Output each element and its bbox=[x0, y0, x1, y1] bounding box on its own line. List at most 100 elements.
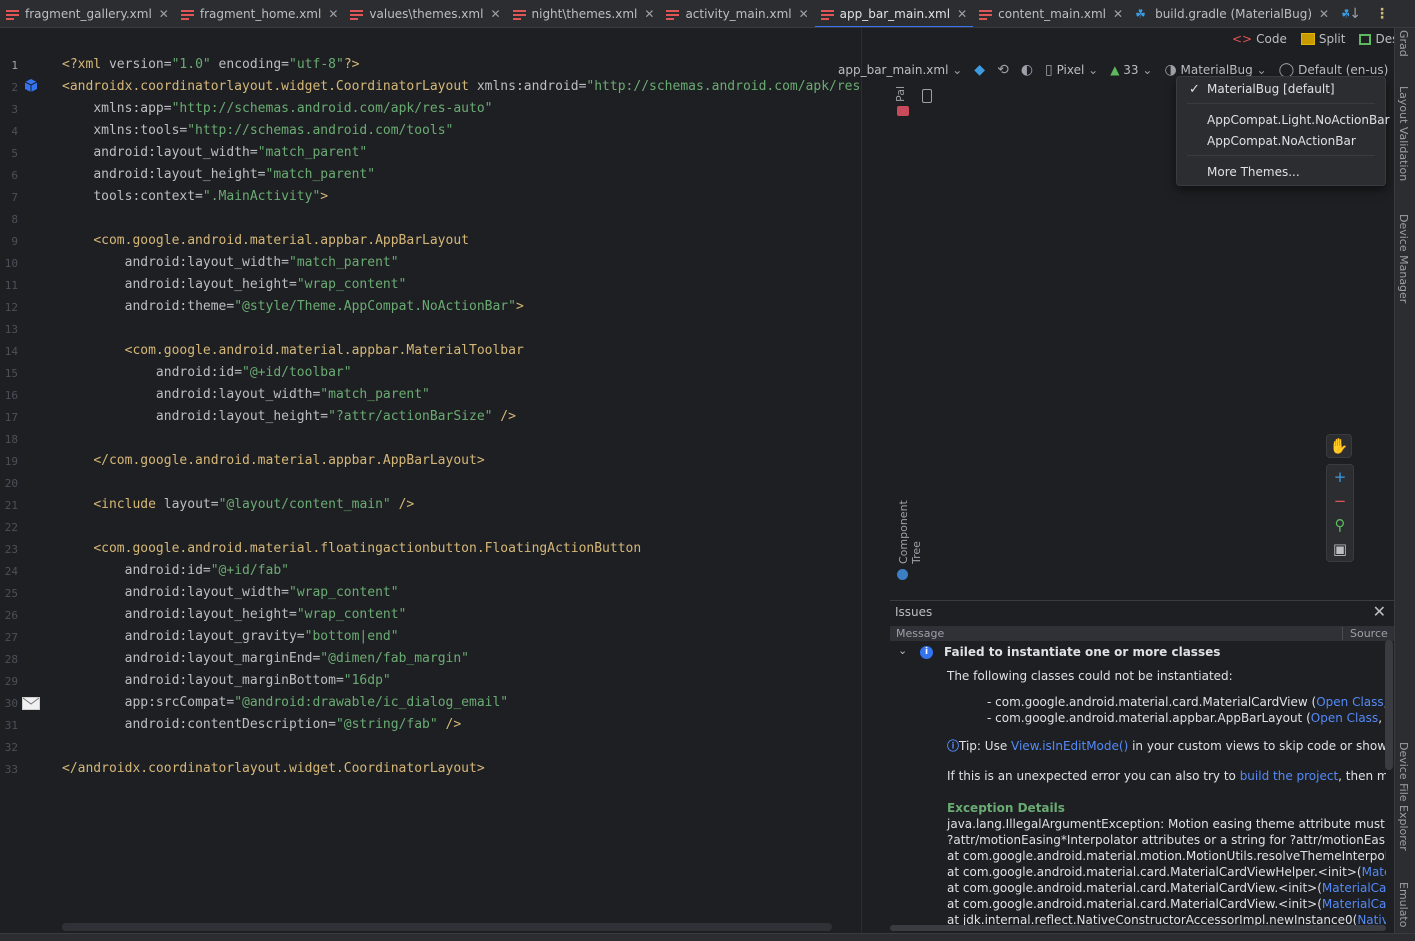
tab-list-arrow-icon[interactable]: ↓ bbox=[1349, 6, 1361, 22]
code-line[interactable]: tools:context=".MainActivity"> bbox=[62, 189, 328, 204]
info-small-icon: ⓘ bbox=[947, 739, 960, 753]
layers-icon[interactable]: ◆ bbox=[974, 62, 985, 78]
code-line[interactable]: <?xml version="1.0" encoding="utf-8"?> bbox=[62, 57, 359, 72]
code-line[interactable]: xmlns:tools="http://schemas.android.com/… bbox=[62, 123, 453, 138]
code-token: "@+id/fab" bbox=[210, 563, 289, 578]
tab-label: build.gradle (MaterialBug) bbox=[1155, 7, 1313, 21]
close-tab-icon[interactable]: ✕ bbox=[1319, 7, 1329, 21]
code-token: "http://schemas.android.com/apk/res-auto… bbox=[171, 101, 493, 116]
xml-file-icon bbox=[820, 9, 834, 20]
tab-fragment-home-xml[interactable]: fragment_home.xml ✕ bbox=[175, 0, 345, 27]
code-line[interactable]: xmlns:app="http://schemas.android.com/ap… bbox=[62, 101, 493, 116]
close-tab-icon[interactable]: ✕ bbox=[957, 7, 967, 21]
tab-activity-main-xml[interactable]: activity_main.xml ✕ bbox=[660, 0, 814, 27]
code-line[interactable]: android:layout_height="wrap_content" bbox=[62, 607, 407, 622]
close-tab-icon[interactable]: ✕ bbox=[799, 7, 809, 21]
code-line[interactable]: android:layout_gravity="bottom|end" bbox=[62, 629, 399, 644]
code-line[interactable]: android:layout_height="wrap_content" bbox=[62, 277, 407, 292]
open-class-link[interactable]: Open Class bbox=[1311, 711, 1378, 725]
tab-app-bar-main-xml[interactable]: app_bar_main.xml ✕ bbox=[814, 0, 974, 27]
code-line[interactable]: android:id="@+id/toolbar" bbox=[62, 365, 352, 380]
line-number: 19 bbox=[4, 455, 18, 468]
device-file-explorer-tab[interactable]: Device File Explorer bbox=[1397, 742, 1410, 851]
code-line[interactable]: <com.google.android.material.appbar.Mate… bbox=[62, 343, 524, 358]
pan-hand-button[interactable]: ✋ bbox=[1326, 434, 1352, 458]
issues-vertical-scrollbar[interactable] bbox=[1385, 640, 1393, 770]
code-line[interactable]: <include layout="@layout/content_main" /… bbox=[62, 497, 414, 512]
code-line[interactable]: android:layout_height="match_parent" bbox=[62, 167, 375, 182]
close-tab-icon[interactable]: ✕ bbox=[328, 7, 338, 21]
close-tab-icon[interactable]: ✕ bbox=[1113, 7, 1123, 21]
code-line[interactable]: </androidx.coordinatorlayout.widget.Coor… bbox=[62, 761, 485, 776]
device-dropdown[interactable]: ▯ Pixel bbox=[1045, 62, 1098, 78]
source-link[interactable]: MaterialCardView.jav bbox=[1322, 897, 1386, 911]
tab-fragment-gallery-xml[interactable]: fragment_gallery.xml ✕ bbox=[0, 0, 175, 27]
zoom-out-button[interactable]: − bbox=[1327, 489, 1353, 513]
code-line[interactable]: android:contentDescription="@string/fab"… bbox=[62, 717, 462, 732]
close-icon[interactable]: ✕ bbox=[1373, 602, 1386, 621]
issue-title[interactable]: Failed to instantiate one or more classe… bbox=[944, 645, 1220, 659]
line-number: 14 bbox=[4, 345, 18, 358]
tip-link[interactable]: View.isInEditMode() bbox=[1011, 739, 1128, 753]
code-line[interactable]: android:id="@+id/fab" bbox=[62, 563, 289, 578]
chevron-down-icon[interactable]: ⌄ bbox=[898, 644, 907, 657]
close-tab-icon[interactable]: ✕ bbox=[644, 7, 654, 21]
palette-tab[interactable]: Pal bbox=[894, 86, 907, 102]
emulator-tab[interactable]: Emulato bbox=[1397, 882, 1410, 927]
theme-menu-item[interactable]: MaterialBug [default] bbox=[1207, 82, 1335, 96]
code-line[interactable]: <com.google.android.material.appbar.AppB… bbox=[62, 233, 469, 248]
code-line[interactable]: android:layout_width="match_parent" bbox=[62, 145, 367, 160]
tab-values-themes-xml[interactable]: values\themes.xml ✕ bbox=[344, 0, 506, 27]
layout-file-dropdown[interactable]: app_bar_main.xml bbox=[838, 63, 962, 77]
theme-menu-item[interactable]: AppCompat.Light.NoActionBar bbox=[1207, 113, 1390, 127]
message-column-header[interactable]: Message bbox=[896, 627, 944, 640]
more-options-icon[interactable]: ⋮ bbox=[1375, 6, 1389, 22]
code-line[interactable]: android:layout_width="match_parent" bbox=[62, 387, 430, 402]
issues-horizontal-scrollbar[interactable] bbox=[890, 925, 1386, 931]
code-line[interactable]: android:layout_height="?attr/actionBarSi… bbox=[62, 409, 516, 424]
source-link[interactable]: MaterialCardVi bbox=[1362, 865, 1386, 879]
night-mode-icon[interactable]: ◐ bbox=[1021, 62, 1033, 78]
code-line[interactable]: android:layout_width="match_parent" bbox=[62, 255, 399, 270]
code-editor[interactable]: 1 2 3 4 5 6 7 8 9 10 11 12 13 14 15 16 17 18 19 20 21 22 23 24 2… bbox=[0, 28, 862, 933]
device-manager-tab[interactable]: Device Manager bbox=[1397, 214, 1410, 303]
tab-build-gradle-materialbug[interactable]: ☘ build.gradle (MaterialBug) ✕ bbox=[1129, 0, 1335, 27]
build-project-link[interactable]: build the project bbox=[1240, 769, 1338, 783]
close-tab-icon[interactable]: ✕ bbox=[159, 7, 169, 21]
device-frame-icon[interactable] bbox=[922, 89, 932, 103]
code-line[interactable]: app:srcCompat="@android:drawable/ic_dial… bbox=[62, 695, 509, 710]
api-level-dropdown[interactable]: ▲ 33 bbox=[1110, 63, 1152, 77]
code-line[interactable]: android:theme="@style/Theme.AppCompat.No… bbox=[62, 299, 524, 314]
open-class-link[interactable]: Open Class bbox=[1316, 695, 1383, 709]
cube-gutter-icon[interactable] bbox=[24, 78, 38, 96]
tab-content-main-xml[interactable]: content_main.xml ✕ bbox=[973, 0, 1129, 27]
split-view-button[interactable]: Split bbox=[1300, 32, 1345, 46]
code-line[interactable]: android:layout_marginEnd="@dimen/fab_mar… bbox=[62, 651, 469, 666]
zoom-to-fit-button[interactable]: ⚲ bbox=[1327, 513, 1353, 537]
theme-menu-item[interactable]: AppCompat.NoActionBar bbox=[1207, 134, 1356, 148]
editor-horizontal-scrollbar[interactable] bbox=[62, 923, 832, 931]
code-line[interactable]: <androidx.coordinatorlayout.widget.Coord… bbox=[62, 79, 862, 94]
layout-validation-tab[interactable]: Layout Validation bbox=[1397, 86, 1410, 181]
orientation-icon[interactable]: ⟲ bbox=[997, 62, 1009, 78]
code-line[interactable]: <com.google.android.material.floatingact… bbox=[62, 541, 641, 556]
zoom-in-button[interactable]: + bbox=[1327, 465, 1353, 489]
more-themes-menu-item[interactable]: More Themes... bbox=[1207, 165, 1300, 179]
code-line[interactable]: </com.google.android.material.appbar.App… bbox=[62, 453, 484, 468]
close-tab-icon[interactable]: ✕ bbox=[490, 7, 500, 21]
actual-size-button[interactable]: ▣ bbox=[1327, 537, 1353, 561]
code-line[interactable]: android:layout_marginBottom="16dp" bbox=[62, 673, 391, 688]
component-tree-tab[interactable]: Component Tree bbox=[897, 484, 923, 564]
source-link[interactable]: MaterialCardView.jav bbox=[1322, 881, 1386, 895]
gradle-tab[interactable]: Grad bbox=[1397, 30, 1410, 57]
code-line[interactable]: android:layout_width="wrap_content" bbox=[62, 585, 399, 600]
code-view-button[interactable]: <> Code bbox=[1232, 32, 1287, 46]
email-drawable-gutter-icon[interactable] bbox=[22, 697, 40, 713]
tab-night-themes-xml[interactable]: night\themes.xml ✕ bbox=[507, 0, 661, 27]
line-number: 7 bbox=[11, 191, 18, 204]
source-column-header[interactable]: Source bbox=[1342, 627, 1388, 640]
